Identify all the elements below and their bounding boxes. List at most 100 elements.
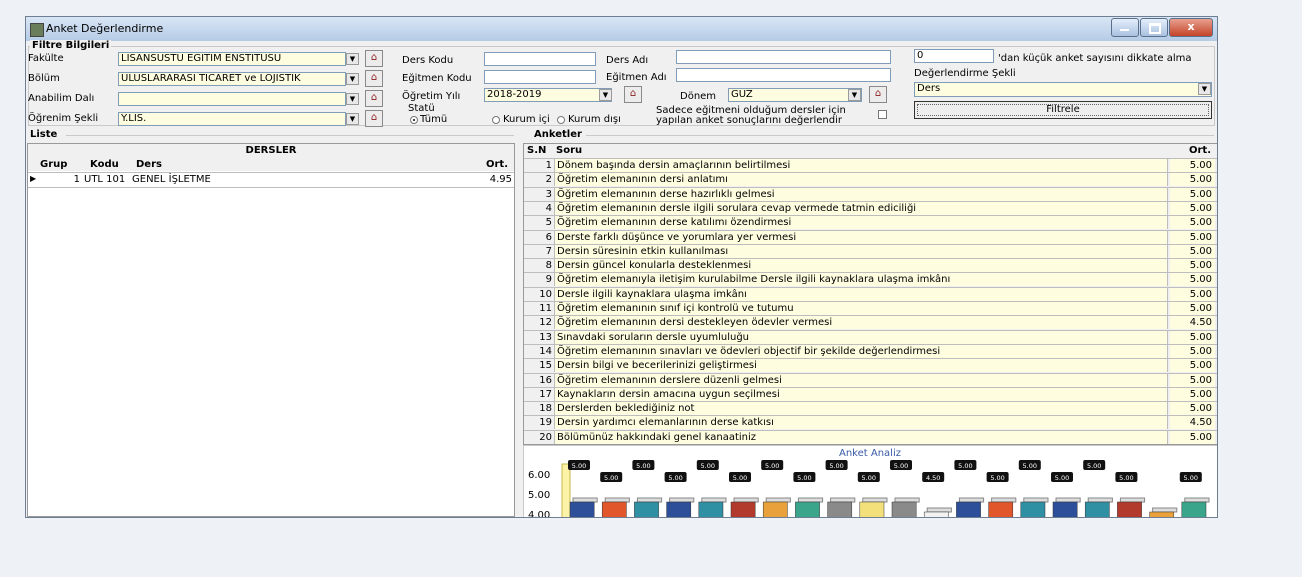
statu-kurum-disi-radio[interactable] [557, 116, 565, 124]
row-sn: 12 [539, 317, 552, 329]
anabilim-clear-icon[interactable]: ⌂ [365, 90, 383, 107]
ogretim-yili-select[interactable]: 2018-2019 [484, 88, 612, 102]
ders-kodu-input[interactable] [484, 52, 596, 66]
table-row[interactable]: 19 Dersin yardımcı elemanlarının derse ka… [524, 415, 1217, 430]
egitmen-adi-label: Eğitmen Adı [606, 72, 667, 83]
y-tick-label: 6.00 [528, 470, 550, 481]
filtrele-button[interactable]: Filtrele [914, 101, 1212, 119]
table-row[interactable]: 3 Öğretim elemanının derse hazırlıklı gel… [524, 186, 1217, 201]
table-row[interactable]: 5 Öğretim elemanının derse katılımı özend… [524, 215, 1217, 230]
minimize-button[interactable] [1111, 18, 1139, 37]
bolum-dropdown-button[interactable]: ▼ [346, 73, 359, 85]
bar-top [701, 497, 727, 503]
ogrenim-dropdown-button[interactable]: ▼ [346, 113, 359, 125]
bar-label: 5.00 [958, 462, 972, 470]
bar [1117, 501, 1142, 517]
table-row[interactable]: 12 Öğretim elemanının dersi destekleyen ö… [524, 315, 1217, 330]
sadece-checkbox[interactable] [878, 110, 887, 119]
donem-dropdown-button[interactable]: ▼ [848, 89, 861, 101]
bar [666, 501, 692, 517]
col-ort[interactable]: Ort. [1189, 144, 1211, 158]
table-row[interactable]: 6 Derste farklı düşünce ve yorumlara yer … [524, 229, 1217, 244]
title-bar[interactable]: Anket Değerlendirme x [26, 17, 1217, 41]
ogrenim-label: Öğrenim Şekli [28, 113, 99, 124]
table-row[interactable]: 8 Dersin güncel konularla desteklenmesi 5.… [524, 258, 1217, 273]
row-ort: 5.00 [1170, 359, 1215, 373]
bar-top [636, 497, 663, 503]
anketler-grid[interactable]: S.N Soru Ort. 1 Dönem başında dersin amaç… [523, 143, 1217, 445]
ogrenim-clear-icon[interactable]: ⌂ [365, 110, 383, 127]
egitmen-adi-input[interactable] [676, 68, 891, 82]
anketler-divider [586, 135, 1214, 136]
statu-kurum-ici-radio[interactable] [492, 116, 500, 124]
bolum-select[interactable]: ULUSLARARASI TİCARET ve LOJİSTİK [118, 72, 346, 86]
liste-legend: Liste [28, 129, 60, 140]
table-row[interactable]: 13 Sınavdaki soruların dersle uyumluluğu 5… [524, 329, 1217, 344]
fakulte-select[interactable]: LİSANSÜSTÜ EĞİTİM ENSTİTÜSÜ [118, 52, 346, 66]
ders-adi-input[interactable] [676, 50, 891, 64]
col-grup[interactable]: Grup [40, 158, 67, 171]
maximize-button[interactable] [1140, 18, 1168, 37]
table-row[interactable]: 16 Öğretim elemanının derslere düzenli ge… [524, 372, 1217, 387]
table-row[interactable]: ▶ 1 UTL 101 GENEL İŞLETME 4.95 [28, 172, 514, 188]
degerlendirme-dropdown-button[interactable]: ▼ [1198, 83, 1211, 95]
dersler-grid[interactable]: DERSLER Grup Kodu Ders Ort. ▶ 1 UTL 101 … [27, 143, 515, 517]
col-kodu[interactable]: Kodu [90, 158, 119, 171]
ogretim-yili-clear-icon[interactable]: ⌂ [624, 86, 642, 103]
row-sn: 2 [545, 174, 552, 186]
fakulte-clear-icon[interactable]: ⌂ [365, 50, 383, 67]
donem-select[interactable]: GÜZ [728, 88, 862, 102]
bar-label: 5.00 [701, 462, 715, 470]
row-sn: 14 [539, 345, 552, 357]
anabilim-select[interactable] [118, 92, 346, 106]
table-row[interactable]: 4 Öğretim elemanının dersle ilgili sorula… [524, 200, 1217, 215]
row-soru: Öğretim elemanıyla iletişim kurulabilme … [554, 273, 1168, 287]
row-soru: Dersin bilgi ve becerilerinizi geliştirm… [554, 359, 1168, 373]
ders-adi-label: Ders Adı [606, 55, 649, 66]
anketler-legend: Anketler [532, 129, 584, 140]
ogretim-yili-dropdown-button[interactable]: ▼ [599, 89, 612, 101]
row-ort: 4.50 [1170, 316, 1215, 330]
row-soru: Dersin güncel konularla desteklenmesi [554, 259, 1168, 273]
col-ders[interactable]: Ders [136, 158, 162, 171]
row-soru: Öğretim elemanının dersi anlatımı [554, 173, 1168, 187]
degerlendirme-select[interactable]: Ders [914, 82, 1212, 97]
min-count-input[interactable]: 0 [914, 49, 994, 63]
row-sn: 4 [545, 202, 552, 214]
table-row[interactable]: 20 Bölümünüz hakkındaki genel kanaatiniz 5… [524, 429, 1217, 444]
col-sn[interactable]: S.N [527, 144, 546, 158]
donem-clear-icon[interactable]: ⌂ [869, 86, 887, 103]
table-row[interactable]: 9 Öğretim elemanıyla iletişim kurulabilme… [524, 272, 1217, 287]
table-row[interactable]: 1 Dönem başında dersin amaçlarının belirt… [524, 158, 1217, 172]
close-button[interactable]: x [1169, 18, 1213, 37]
table-row[interactable]: 18 Derslerden beklediğiniz not 5.00 [524, 401, 1217, 416]
row-sn: 13 [539, 331, 552, 343]
table-row[interactable]: 11 Öğretim elemanının sınıf içi kontrolü … [524, 301, 1217, 315]
table-row[interactable]: 10 Dersle ilgili kaynaklara ulaşma imkânı… [524, 286, 1217, 301]
table-row[interactable]: 14 Öğretim elemanının sınavları ve ödevle… [524, 343, 1217, 358]
ogrenim-select[interactable]: Y.LİS. [118, 112, 346, 126]
bar [956, 501, 981, 517]
table-row[interactable]: 2 Öğretim elemanının dersi anlatımı 5.00 [524, 172, 1217, 187]
row-ort: 5.00 [1170, 402, 1215, 416]
bolum-clear-icon[interactable]: ⌂ [365, 70, 383, 87]
egitmen-kodu-label: Eğitmen Kodu [402, 73, 472, 84]
bar-top [894, 497, 920, 503]
window-title: Anket Değerlendirme [46, 22, 164, 35]
bar [1084, 501, 1110, 517]
anabilim-dropdown-button[interactable]: ▼ [346, 93, 359, 105]
col-ort[interactable]: Ort. [486, 158, 508, 171]
row-ort: 5.00 [1170, 187, 1215, 201]
bar-top [1023, 497, 1049, 503]
row-soru: Bölümünüz hakkındaki genel kanaatiniz [554, 430, 1168, 444]
egitmen-kodu-input[interactable] [484, 70, 596, 84]
anket-analiz-chart: Anket Analiz 6.00 5.00 4.00 5.00 5.00 5.00 5.00… [523, 445, 1217, 517]
col-soru[interactable]: Soru [556, 144, 582, 158]
statu-tumu-radio[interactable] [410, 116, 418, 124]
fakulte-dropdown-button[interactable]: ▼ [346, 53, 359, 65]
row-sn: 16 [539, 374, 552, 386]
table-row[interactable]: 7 Dersin süresinin etkin kullanılması 5.00 [524, 243, 1217, 258]
table-row[interactable]: 17 Kaynakların dersin amacına uygun seçil… [524, 386, 1217, 401]
table-row[interactable]: 15 Dersin bilgi ve becerilerinizi gelişti… [524, 358, 1217, 373]
bar [762, 501, 788, 517]
